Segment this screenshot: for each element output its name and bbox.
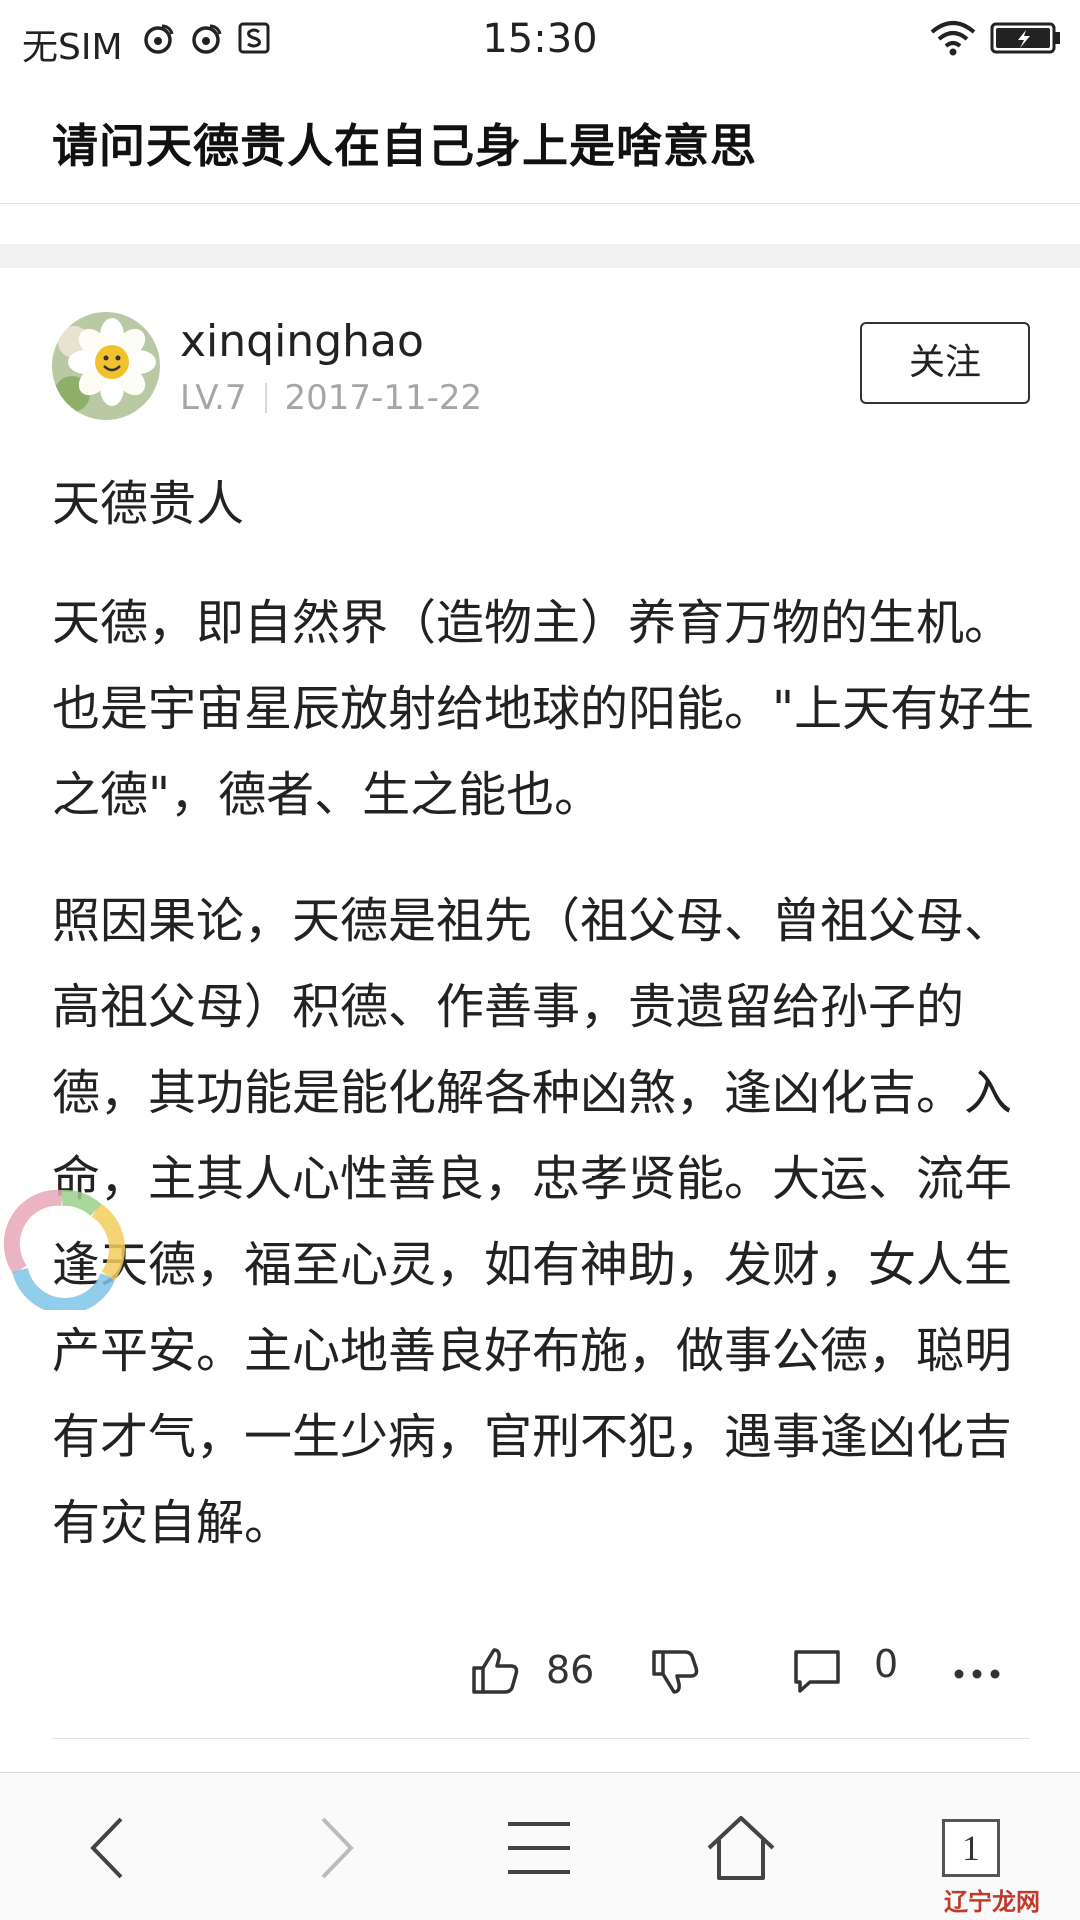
watermark-logo: 辽宁龙网 <box>944 1888 1040 1916</box>
author-username[interactable]: xinqinghao <box>180 316 424 367</box>
tabs-icon: 1 <box>942 1819 1000 1877</box>
comment-count: 0 <box>874 1642 899 1686</box>
follow-button[interactable]: 关注 <box>860 322 1030 404</box>
back-icon <box>90 1817 123 1879</box>
battery-charging-icon <box>990 22 1060 54</box>
meta-separator <box>264 383 267 413</box>
answer-heading: 天德贵人 <box>52 476 245 532</box>
author-meta: LV.7 2017-11-22 <box>180 378 482 418</box>
page-title: 请问天德贵人在自己身上是啥意思 <box>52 119 757 173</box>
answer-paragraph-2: 照因果论，天德是祖先（祖父母、曾祖父母、高祖父母）积德、作善事，贵遗留给孙子的德… <box>52 893 1013 1551</box>
comment-icon[interactable] <box>790 1644 844 1698</box>
wifi-icon <box>930 21 976 56</box>
author-level: LV.7 <box>180 378 247 418</box>
forward-button[interactable] <box>290 1803 380 1893</box>
menu-icon <box>508 1822 570 1874</box>
forward-icon <box>321 1817 354 1879</box>
status-time: 15:30 <box>482 16 598 62</box>
flower-avatar-icon <box>52 312 160 420</box>
status-bar: 无SIM 15:30 <box>0 0 1080 80</box>
home-icon <box>707 1816 775 1880</box>
avatar[interactable] <box>52 312 160 420</box>
tabs-button[interactable]: 1 <box>926 1803 1016 1893</box>
home-button[interactable] <box>696 1803 786 1893</box>
thumbs-up-icon[interactable] <box>468 1644 522 1698</box>
title-bar: 请问天德贵人在自己身上是啥意思 <box>0 80 1080 204</box>
answer-date: 2017-11-22 <box>284 378 483 418</box>
answer-actions: 86 0 <box>0 1636 1080 1708</box>
loading-spinner-icon[interactable] <box>0 1180 130 1310</box>
thumbs-down-icon[interactable] <box>648 1644 702 1698</box>
answer-paragraph-1: 天德，即自然界（造物主）养育万物的生机。也是宇宙星辰放射给地球的阳能。"上天有好… <box>52 595 1035 823</box>
more-icon[interactable] <box>950 1644 1004 1698</box>
menu-button[interactable] <box>494 1803 584 1893</box>
answer-content: 天德贵人 天德，即自然界（造物主）养育万物的生机。也是宇宙星辰放射给地球的阳能。… <box>52 462 1038 1606</box>
browser-bottom-nav: 1 <box>0 1772 1080 1920</box>
like-count: 86 <box>546 1648 595 1692</box>
section-divider <box>0 244 1080 268</box>
back-button[interactable] <box>64 1803 154 1893</box>
row-divider <box>52 1738 1030 1739</box>
